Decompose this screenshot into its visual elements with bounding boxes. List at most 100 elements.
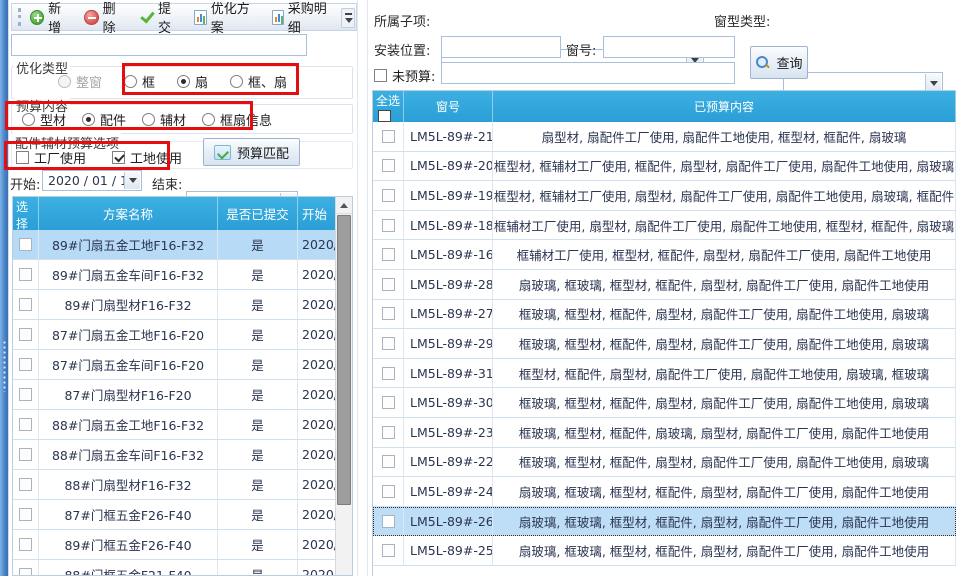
window-row[interactable]: LM5L-89#-28F26 扇玻璃, 框玻璃, 框型材, 框配件, 扇型材, … <box>373 270 956 300</box>
row-checkbox[interactable] <box>19 388 32 401</box>
optimize-type-radio[interactable]: 框 <box>124 72 155 91</box>
row-checkbox[interactable] <box>382 189 395 202</box>
plan-search-input[interactable] <box>11 34 307 56</box>
plan-row[interactable]: 88#门扇五金车间F16-F32 是 2020/0 <box>13 440 352 470</box>
window-row[interactable]: LM5L-89#-25F23 扇玻璃, 框玻璃, 框型材, 框配件, 扇型材, … <box>373 536 956 566</box>
radio-icon <box>124 75 137 88</box>
select-all-checkbox[interactable] <box>378 110 391 122</box>
install-position-input[interactable] <box>441 36 561 58</box>
remove-icon <box>84 10 98 25</box>
row-checkbox[interactable] <box>19 508 32 521</box>
usage-checkbox[interactable]: 工厂使用 <box>16 148 86 167</box>
window-row[interactable]: LM5L-89#-16F15 框辅材工厂使用, 框型材, 框配件, 扇型材, 扇… <box>373 240 956 270</box>
row-checkbox[interactable] <box>19 238 32 251</box>
window-row[interactable]: LM5L-89#-18F16 框辅材工厂使用, 扇型材, 扇配件工厂使用, 扇配… <box>373 211 956 241</box>
row-checkbox[interactable] <box>19 478 32 491</box>
row-checkbox[interactable] <box>19 328 32 341</box>
row-checkbox[interactable] <box>382 367 395 380</box>
radio-label: 型材 <box>40 110 66 129</box>
row-checkbox[interactable] <box>382 544 395 557</box>
row-checkbox[interactable] <box>19 268 32 281</box>
window-row[interactable]: LM5L-89#-22F20 框玻璃, 框型材, 框配件, 扇型材, 扇配件工厂… <box>373 448 956 478</box>
optimize-plan-button[interactable]: 优化方案 <box>194 0 259 36</box>
row-checkbox[interactable] <box>19 538 32 551</box>
row-checkbox[interactable] <box>382 219 395 232</box>
row-checkbox[interactable] <box>19 298 32 311</box>
plan-row[interactable]: 89#门扇五金工地F16-F32 是 2020/0 <box>13 230 352 260</box>
budget-content-radio[interactable]: 框扇信息 <box>202 110 272 129</box>
delete-button[interactable]: 删除 <box>84 0 127 36</box>
row-checkbox[interactable] <box>382 159 395 172</box>
row-checkbox[interactable] <box>382 307 395 320</box>
row-checkbox[interactable] <box>382 426 395 439</box>
window-row[interactable]: LM5L-89#-23F21 框玻璃, 框型材, 框配件, 扇玻璃, 扇型材, … <box>373 418 956 448</box>
row-checkbox[interactable] <box>382 130 395 143</box>
row-checkbox[interactable] <box>382 485 395 498</box>
window-row[interactable]: LM5L-89#-27F25 框玻璃, 框型材, 框配件, 扇型材, 扇配件工厂… <box>373 300 956 330</box>
row-checkbox[interactable] <box>19 418 32 431</box>
window-row[interactable]: LM5L-89#-20F18 框型材, 框辅材工厂使用, 框配件, 扇型材, 扇… <box>373 152 956 182</box>
plan-row[interactable]: 89#门框五金F26-F40 是 2020/0 <box>13 530 352 560</box>
plan-table-scrollbar[interactable] <box>335 197 352 575</box>
optimize-type-radio[interactable]: 框、扇 <box>230 72 287 91</box>
usage-checkbox[interactable]: 工地使用 <box>112 148 182 167</box>
row-checkbox[interactable] <box>382 515 395 528</box>
plan-row[interactable]: 87#门扇五金车间F16-F20 是 2020/0 <box>13 350 352 380</box>
scrollbar-thumb[interactable] <box>337 215 351 505</box>
not-budgeted-input[interactable] <box>441 62 735 84</box>
budget-content-radio[interactable]: 辅材 <box>142 110 186 129</box>
plan-row[interactable]: 87#门扇型材F16-F20 是 2020/0 <box>13 380 352 410</box>
windows-header-content[interactable]: 已预算内容 <box>493 91 956 122</box>
splitter-grip-icon[interactable] <box>3 340 6 392</box>
optimize-type-radio[interactable]: 扇 <box>177 72 208 91</box>
budget-content-radio[interactable]: 型材 <box>22 110 66 129</box>
window-row[interactable]: LM5L-89#-21F19 扇型材, 扇配件工厂使用, 扇配件工地使用, 框型… <box>373 122 956 152</box>
windows-header-no[interactable]: 窗号 <box>404 91 493 122</box>
row-checkbox[interactable] <box>382 396 395 409</box>
plan-header-submitted[interactable]: 是否已提交 <box>218 197 298 230</box>
query-button[interactable]: 查询 <box>750 46 808 79</box>
scroll-up-icon[interactable] <box>336 197 352 214</box>
plan-name: 89#门扇五金车间F16-F32 <box>39 260 218 289</box>
purchase-detail-button[interactable]: 采购明细 <box>272 0 350 36</box>
window-row[interactable]: LM5L-89#-31F29 框型材, 框配件, 扇型材, 扇配件工厂使用, 扇… <box>373 359 956 389</box>
plan-header-name[interactable]: 方案名称 <box>39 197 218 230</box>
window-row[interactable]: LM5L-89#-19F17 框型材, 框辅材工厂使用, 扇型材, 扇配件工厂使… <box>373 181 956 211</box>
window-no: LM5L-89#-20F18 <box>404 152 493 181</box>
plan-row[interactable]: 88#门扇五金工地F16-F32 是 2020/0 <box>13 410 352 440</box>
window-row[interactable]: LM5L-89#-24F22 扇玻璃, 框玻璃, 框型材, 框配件, 扇型材, … <box>373 477 956 507</box>
window-no: LM5L-89#-24F22 <box>404 477 493 506</box>
chevron-down-icon[interactable] <box>124 172 140 189</box>
row-checkbox[interactable] <box>382 278 395 291</box>
radio-label: 框扇信息 <box>220 110 272 129</box>
plan-row[interactable]: 89#门扇型材F16-F32 是 2020/0 <box>13 290 352 320</box>
row-checkbox[interactable] <box>382 337 395 350</box>
toolbar-grip-icon[interactable] <box>18 8 22 26</box>
add-button[interactable]: 新增 <box>30 0 73 36</box>
plan-submitted: 是 <box>218 260 298 289</box>
window-row[interactable]: LM5L-89#-26F24 扇玻璃, 框玻璃, 框型材, 框配件, 扇型材, … <box>373 507 956 537</box>
optimize-type-radio[interactable]: 整窗 <box>58 72 102 91</box>
plan-row[interactable]: 87#门扇五金工地F16-F20 是 2020/0 <box>13 320 352 350</box>
plan-row[interactable]: 88#门框五金F21-F40 是 2020/0 <box>13 560 352 576</box>
submit-button[interactable]: 提交 <box>139 0 182 36</box>
plan-submitted: 是 <box>218 530 298 559</box>
window-row[interactable]: LM5L-89#-30F28 框玻璃, 框型材, 框配件, 扇型材, 扇配件工厂… <box>373 388 956 418</box>
start-date-picker[interactable]: 2020 / 01 / 1 <box>42 170 142 191</box>
plan-row[interactable]: 89#门扇五金车间F16-F32 是 2020/0 <box>13 260 352 290</box>
row-checkbox[interactable] <box>382 455 395 468</box>
plan-row[interactable]: 87#门框五金F26-F40 是 2020/0 <box>13 500 352 530</box>
window-no-input[interactable] <box>603 36 735 58</box>
toolbar-overflow-button[interactable] <box>341 8 355 28</box>
row-checkbox[interactable] <box>19 358 32 371</box>
row-checkbox[interactable] <box>19 568 32 576</box>
plan-row[interactable]: 88#门扇型材F16-F32 是 2020/0 <box>13 470 352 500</box>
window-row[interactable]: LM5L-89#-29F27 框玻璃, 框型材, 框配件, 扇型材, 扇配件工厂… <box>373 329 956 359</box>
budget-match-button[interactable]: 预算匹配 <box>203 138 300 166</box>
radio-icon <box>82 113 95 126</box>
plan-submitted: 是 <box>218 410 298 439</box>
not-budgeted-checkbox[interactable]: 未预算: <box>374 66 435 85</box>
row-checkbox[interactable] <box>382 248 395 261</box>
budget-content-radio[interactable]: 配件 <box>82 110 126 129</box>
row-checkbox[interactable] <box>19 448 32 461</box>
